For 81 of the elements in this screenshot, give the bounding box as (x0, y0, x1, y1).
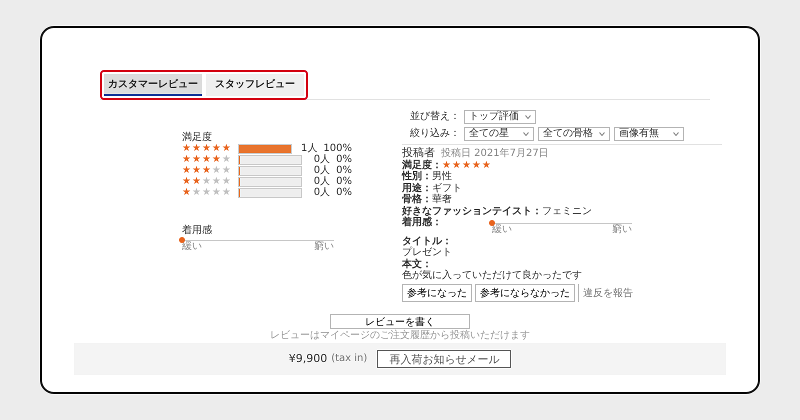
field-label: 好きなファッションテイスト： (402, 206, 542, 217)
star-icon: ★ (212, 176, 222, 188)
restock-mail-button[interactable]: 再入荷お知らせメール (377, 350, 512, 368)
star-icon: ★ (222, 176, 232, 188)
star-icon: ★ (202, 187, 212, 198)
author-label: 投稿者 (402, 147, 435, 159)
field-label: 骨格： (402, 194, 432, 206)
rating-count: 0人 (312, 187, 330, 199)
post-date: 投稿日 2021年7月27日 (441, 148, 549, 160)
star-icon: ★ (182, 165, 192, 176)
star-icon: ★ (212, 165, 222, 176)
rating-label: 満足度： (402, 160, 442, 171)
fit-label: 着用感： (402, 217, 443, 230)
helpful-vote-button[interactable]: 参考にならなかった (475, 284, 575, 302)
star-icon: ★ (182, 176, 192, 188)
field-value: フェミニン (542, 206, 592, 218)
review-body: 色が気に入っていただけて良かったです (402, 270, 583, 282)
fit-title: 着用感 (182, 224, 213, 236)
summary-title: 満足度 (182, 132, 213, 144)
filter-dropdown[interactable]: 全ての骨格 (538, 127, 610, 141)
star-icon: ★ (462, 160, 472, 171)
star-icon: ★ (222, 187, 232, 198)
field-label: 用途： (402, 182, 432, 194)
star-icon: ★ (192, 187, 202, 198)
caret-icon (673, 132, 679, 136)
star-icon: ★ (212, 187, 222, 198)
sort-dropdown[interactable]: トップ評価 (464, 110, 536, 124)
star-icon: ★ (192, 143, 202, 154)
star-icon: ★ (222, 154, 232, 166)
tab[interactable]: カスタマーレビュー (104, 74, 202, 96)
star-icon: ★ (452, 160, 462, 171)
rating-count: 0人 (312, 154, 330, 166)
star-icon: ★ (192, 165, 202, 176)
rating-percent: 100% (323, 143, 352, 154)
filter-dropdown[interactable]: 全ての星 (464, 127, 534, 141)
field-value: ギフト (432, 182, 462, 194)
rating-percent: 0% (336, 176, 352, 188)
star-icon: ★ (222, 143, 232, 154)
star-icon: ★ (202, 154, 212, 166)
star-icon: ★ (182, 187, 192, 198)
field-value: 華奢 (432, 194, 452, 206)
fit-max-label: 窮い (612, 224, 632, 236)
star-icon: ★ (202, 143, 212, 154)
price: ¥9,900 (288, 352, 328, 366)
star-icon: ★ (482, 160, 492, 171)
caret-icon (523, 132, 529, 136)
field-value: 男性 (432, 171, 452, 183)
star-icon: ★ (202, 176, 212, 188)
sort-label: 並び替え： (410, 111, 460, 123)
star-icon: ★ (182, 154, 192, 166)
tax-note: (tax in) (331, 353, 368, 365)
star-icon: ★ (202, 165, 212, 176)
star-icon: ★ (182, 143, 192, 154)
rating-percent: 0% (336, 165, 352, 176)
review-title: プレゼント (402, 247, 453, 258)
rating-percent: 0% (336, 154, 352, 166)
filter-label: 絞り込み： (410, 128, 460, 140)
caret-icon (599, 132, 605, 136)
rating-count: 1人 (300, 143, 318, 154)
caret-icon (525, 115, 531, 119)
body-label: 本文： (402, 258, 433, 270)
star-icon: ★ (212, 154, 222, 166)
tab[interactable]: スタッフレビュー (206, 74, 304, 96)
star-icon: ★ (472, 160, 482, 171)
fit-min-label: 緩い (492, 224, 512, 236)
helpful-vote-button[interactable]: 参考になった (402, 284, 472, 302)
star-icon: ★ (192, 154, 202, 166)
rating-count: 0人 (312, 176, 330, 188)
filter-dropdown[interactable]: 画像有無 (614, 127, 684, 141)
rating-percent: 0% (336, 187, 352, 199)
star-icon: ★ (212, 143, 222, 154)
field-label: 性別： (402, 171, 432, 182)
title-label: タイトル： (402, 236, 453, 247)
review-note: レビューはマイページのご注文履歴から投稿いただけます (270, 330, 530, 342)
write-review-button[interactable]: レビューを書く (330, 314, 470, 329)
fit-min-label: 緩い (182, 241, 202, 252)
star-icon: ★ (222, 165, 232, 176)
star-icon: ★ (192, 176, 202, 188)
rating-count: 0人 (312, 165, 330, 176)
star-icon: ★ (442, 160, 452, 171)
fit-max-label: 窮い (314, 241, 334, 252)
